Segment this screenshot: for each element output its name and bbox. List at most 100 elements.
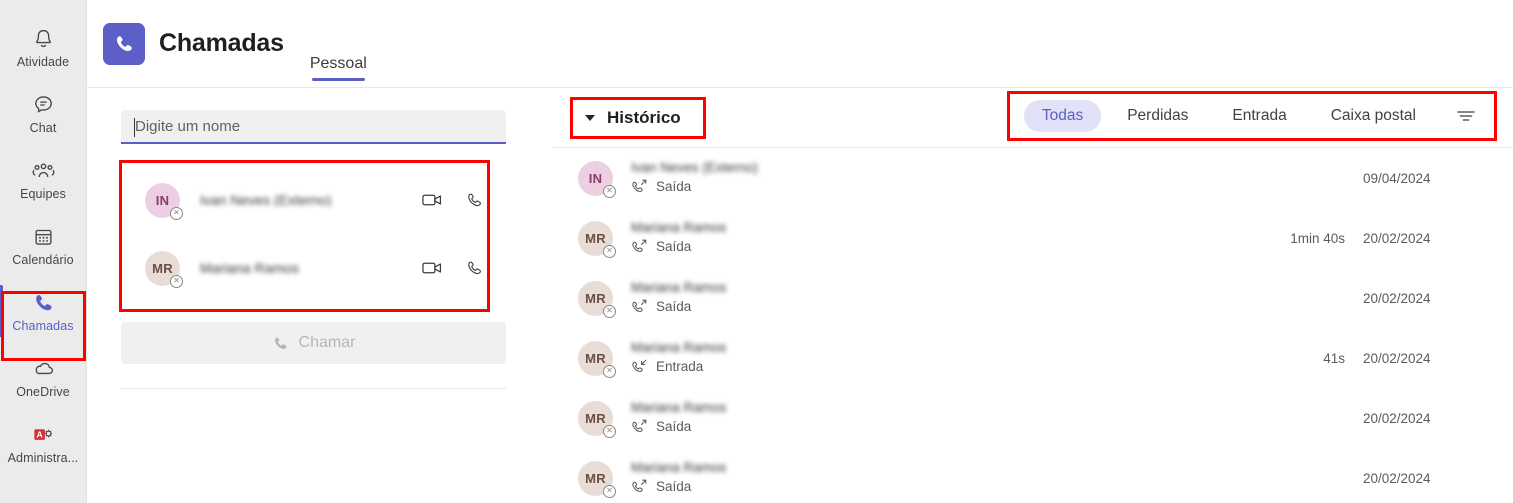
tab-perdidas[interactable]: Perdidas: [1109, 100, 1206, 132]
call-date: 20/02/2024: [1363, 230, 1431, 246]
avatar: IN ✕: [145, 182, 183, 220]
phone-icon: [32, 290, 55, 316]
history-pane: Histórico Todas Perdidas Entrada Caixa p…: [552, 88, 1513, 503]
call-outgoing-icon: [631, 298, 648, 315]
history-list: IN ✕ Ivan Neves (Externo) Saída 09/04/20…: [552, 148, 1513, 503]
chat-icon: [32, 92, 55, 118]
chamar-button[interactable]: Chamar: [121, 322, 506, 364]
avatar: IN ✕: [578, 160, 616, 198]
admin-icon: A: [30, 422, 57, 448]
phone-icon: [272, 335, 289, 352]
contact-name: Mariana Ramos: [200, 261, 299, 275]
app-header: Chamadas Pessoal: [87, 0, 1513, 88]
caller-name: Mariana Ramos: [631, 401, 727, 415]
call-info: Mariana Ramos Saída: [631, 281, 1233, 315]
caller-name: Mariana Ramos: [631, 341, 727, 355]
sidebar-item-chamadas[interactable]: Chamadas: [0, 278, 87, 344]
sidebar-item-equipes[interactable]: Equipes: [0, 146, 87, 212]
sidebar-item-label: Administra...: [7, 450, 79, 465]
presence-offline-icon: ✕: [603, 364, 616, 378]
people-icon: [31, 158, 56, 184]
avatar: MR ✕: [578, 220, 616, 258]
presence-offline-icon: ✕: [603, 424, 616, 438]
tab-caixa-postal[interactable]: Caixa postal: [1313, 100, 1434, 132]
call-date: 20/02/2024: [1363, 470, 1431, 486]
search-input[interactable]: [121, 110, 506, 144]
call-direction-label: Saída: [656, 479, 692, 494]
tab-todas[interactable]: Todas: [1023, 100, 1102, 132]
call-direction: Saída: [631, 418, 1233, 435]
table-row[interactable]: MR ✕ Mariana Ramos: [552, 268, 1513, 328]
presence-offline-icon: ✕: [603, 244, 616, 258]
caller-name: Mariana Ramos: [631, 461, 727, 475]
sidebar-item-onedrive[interactable]: OneDrive: [0, 344, 87, 410]
phone-icon[interactable]: [465, 259, 484, 278]
historico-dropdown[interactable]: Histórico: [570, 96, 706, 139]
presence-offline-icon: ✕: [603, 484, 616, 498]
call-direction-label: Saída: [656, 239, 692, 254]
filter-icon[interactable]: [1442, 105, 1484, 127]
call-direction-label: Entrada: [656, 359, 704, 374]
avatar: MR ✕: [578, 400, 616, 438]
list-item[interactable]: MR ✕ Mariana Ramos: [121, 234, 506, 302]
sidebar-item-chat[interactable]: Chat: [0, 80, 87, 146]
call-direction: Saída: [631, 298, 1233, 315]
sidebar-item-atividade[interactable]: Atividade: [0, 14, 87, 80]
contacts-list: IN ✕ Ivan Neves (Externo) MR ✕ Mariana R…: [119, 160, 506, 312]
call-incoming-icon: [631, 358, 648, 375]
video-icon[interactable]: [422, 192, 443, 208]
call-outgoing-icon: [631, 478, 648, 495]
history-title: Histórico: [607, 107, 681, 127]
contact-name: Ivan Neves (Externo): [200, 193, 332, 207]
presence-offline-icon: ✕: [603, 304, 616, 318]
divider: [121, 388, 506, 389]
tab-active-underline: [311, 78, 365, 81]
call-info: Mariana Ramos Saída: [631, 221, 1233, 255]
search-wrapper: [121, 110, 506, 144]
table-row[interactable]: MR ✕ Mariana Ramos: [552, 448, 1513, 503]
sidebar-item-label: Atividade: [16, 54, 70, 69]
caller-name: Ivan Neves (Externo): [631, 161, 758, 175]
dial-pane: IN ✕ Ivan Neves (Externo): [87, 88, 552, 503]
tab-entrada[interactable]: Entrada: [1214, 100, 1304, 132]
presence-offline-icon: ✕: [170, 206, 183, 220]
app-sidebar: Atividade Chat Equipes Calendário Chamad…: [0, 0, 87, 503]
svg-text:A: A: [36, 429, 43, 439]
call-date: 20/02/2024: [1363, 290, 1431, 306]
call-info: Mariana Ramos Entrada: [631, 341, 1233, 375]
chevron-down-icon: [585, 114, 595, 121]
tab-pessoal[interactable]: Pessoal: [310, 55, 367, 87]
call-outgoing-icon: [631, 178, 648, 195]
sidebar-item-label: Calendário: [12, 252, 74, 267]
call-duration: 1min 40s: [1290, 230, 1345, 246]
table-row[interactable]: MR ✕ Mariana Ramos: [552, 388, 1513, 448]
table-row[interactable]: IN ✕ Ivan Neves (Externo) Saída 09/04/20…: [552, 148, 1513, 208]
table-row[interactable]: MR ✕ Mariana Ramos: [552, 328, 1513, 388]
call-direction: Saída: [631, 478, 1233, 495]
table-row[interactable]: MR ✕ Mariana Ramos: [552, 208, 1513, 268]
avatar: MR ✕: [578, 280, 616, 318]
sidebar-item-administra[interactable]: A Administra...: [0, 410, 87, 476]
call-duration: 41s: [1323, 350, 1345, 366]
call-direction-label: Saída: [656, 419, 692, 434]
call-outgoing-icon: [631, 238, 648, 255]
call-info: Mariana Ramos Saída: [631, 401, 1233, 435]
content-split: IN ✕ Ivan Neves (Externo): [87, 88, 1513, 503]
call-date: 20/02/2024: [1363, 410, 1431, 426]
chamar-button-label: Chamar: [298, 334, 356, 351]
contact-actions: [422, 259, 506, 278]
list-item[interactable]: IN ✕ Ivan Neves (Externo): [121, 166, 506, 234]
bell-icon: [32, 26, 55, 52]
call-direction: Saída: [631, 238, 1233, 255]
avatar: MR ✕: [145, 250, 183, 288]
page-title: Chamadas: [159, 29, 284, 57]
sidebar-item-label: Equipes: [20, 186, 66, 201]
phone-icon[interactable]: [465, 191, 484, 210]
tab-pessoal-label: Pessoal: [309, 55, 367, 72]
video-icon[interactable]: [422, 260, 443, 276]
caller-name: Mariana Ramos: [631, 281, 727, 295]
call-direction: Entrada: [631, 358, 1233, 375]
call-date: 09/04/2024: [1363, 170, 1431, 186]
presence-offline-icon: ✕: [170, 274, 183, 288]
sidebar-item-calendario[interactable]: Calendário: [0, 212, 87, 278]
